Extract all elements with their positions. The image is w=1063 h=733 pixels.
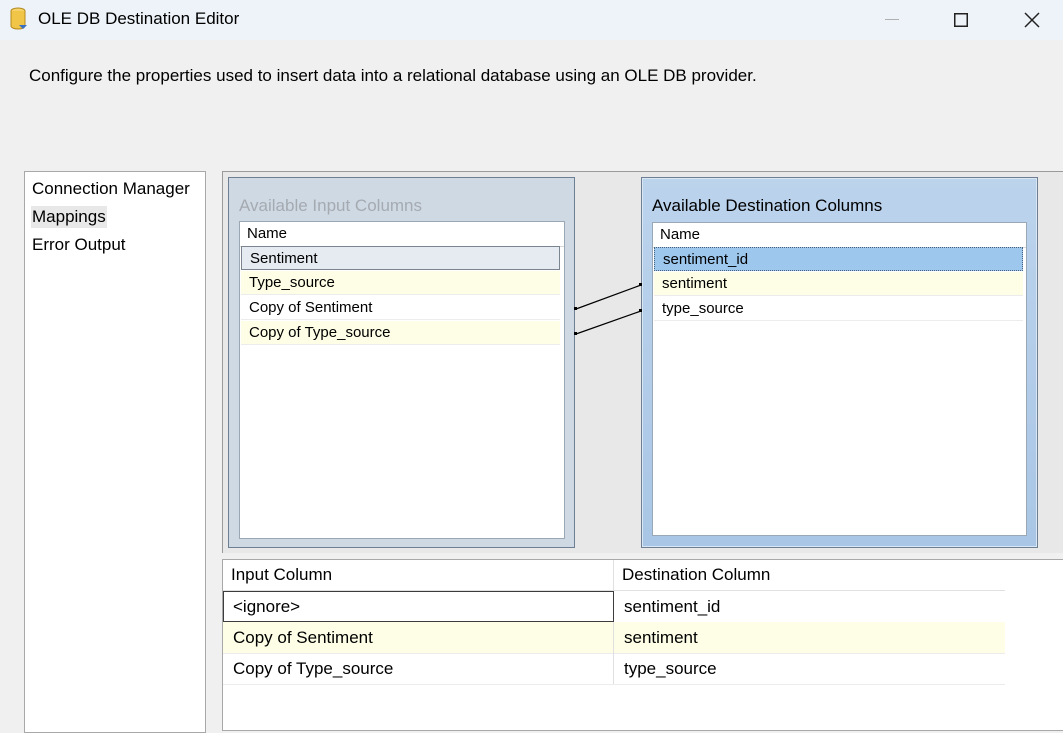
nav-item-mappings[interactable]: Mappings	[31, 206, 107, 228]
input-column-cell[interactable]: Copy of Sentiment	[223, 622, 614, 653]
page-description: Configure the properties used to insert …	[29, 66, 757, 85]
close-button[interactable]	[1009, 0, 1055, 40]
nav-item-connection-manager[interactable]: Connection Manager	[31, 178, 191, 200]
mapping-line[interactable]	[575, 310, 642, 335]
input-column-cell[interactable]: <ignore>	[223, 591, 614, 622]
mapping-line-endpoint	[639, 283, 642, 286]
mappings-grid: Input Column Destination Column <ignore>…	[222, 559, 1063, 731]
mapping-line-endpoint	[639, 309, 642, 312]
maximize-button[interactable]	[938, 0, 984, 40]
destination-column-cell[interactable]: type_source	[614, 653, 1005, 684]
destination-column-cell[interactable]: sentiment_id	[614, 591, 1005, 622]
mapping-line-endpoint	[574, 307, 577, 310]
mapping-designer: Available Input Columns Name Sentiment T…	[222, 171, 1063, 553]
nav-item-error-output[interactable]: Error Output	[31, 234, 127, 256]
window-title: OLE DB Destination Editor	[38, 9, 240, 28]
destination-column-header[interactable]: Destination Column	[614, 560, 1005, 590]
close-icon	[1024, 12, 1040, 28]
mapping-lines	[574, 283, 642, 335]
title-bar: OLE DB Destination Editor	[0, 0, 1063, 40]
grid-header: Input Column Destination Column	[223, 560, 1005, 591]
database-cylinder-icon	[10, 7, 27, 30]
input-column-cell[interactable]: Copy of Type_source	[223, 653, 614, 684]
minimize-button[interactable]	[869, 0, 915, 40]
maximize-icon	[954, 13, 968, 27]
destination-column-cell[interactable]: sentiment	[614, 622, 1005, 653]
table-row: Copy of Type_source type_source	[223, 653, 1005, 685]
input-column-header[interactable]: Input Column	[223, 560, 614, 590]
minimize-icon	[885, 19, 899, 20]
mapping-line[interactable]	[575, 284, 642, 310]
nav-panel: Connection Manager Mappings Error Output	[24, 171, 206, 733]
table-row: Copy of Sentiment sentiment	[223, 622, 1005, 654]
table-row: <ignore> sentiment_id	[223, 591, 1005, 623]
mapping-line-endpoint	[574, 332, 577, 335]
